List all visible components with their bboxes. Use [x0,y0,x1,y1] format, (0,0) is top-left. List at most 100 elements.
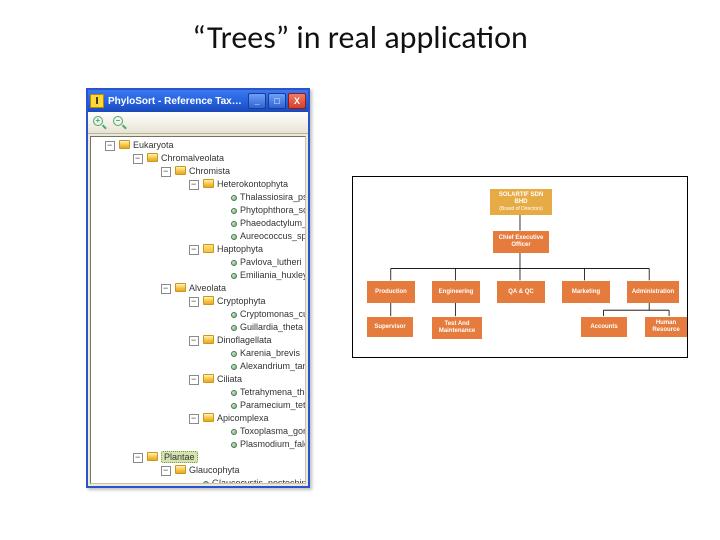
tree-leaf[interactable]: Plasmodium_falciparum [217,438,305,451]
tree-label: Pavlova_lutheri [240,257,302,267]
tree-label: Guillardia_theta [240,322,303,332]
org-ceo: Chief Executive Officer [493,231,549,253]
tree-leaf[interactable]: Cryptomonas_curvata [217,308,305,321]
leaf-icon [231,221,237,227]
close-button[interactable]: X [288,93,306,109]
org-sub-label: Human Resource [647,320,685,334]
org-dept-label: Production [375,289,407,296]
tree-leaf[interactable]: Guillardia_theta [217,321,305,334]
org-sub-hr: Human Resource [645,317,687,337]
zoom-out-icon[interactable]: − [112,115,128,131]
tree-label: Alexandrium_tamarense [240,361,306,371]
tree-folder[interactable]: Dinoflagellata Karenia_brevis Alexandrium_… [189,334,305,373]
minimize-button[interactable]: _ [248,93,266,109]
tree-label: Ciliata [217,374,242,384]
tree-label: Eukaryota [133,140,174,150]
tree-label: Tetrahymena_thermophila [240,387,306,397]
tree-folder[interactable]: Chromalveolata ChromistaHeterokontophytaT… [133,152,305,451]
leaf-icon [231,403,237,409]
window-title: PhyloSort - Reference Tax… [108,96,244,107]
org-dept-production: Production [367,281,415,303]
treeview-window: I PhyloSort - Reference Tax… _ □ X + − E… [86,88,310,488]
folder-icon [203,413,214,422]
org-ceo-label: Chief Executive Officer [495,235,547,249]
leaf-icon [231,364,237,370]
org-sub-accounts: Accounts [581,317,627,337]
leaf-icon [231,234,237,240]
tree-folder[interactable]: HeterokontophytaThalassiosira_pseudonana… [189,178,305,243]
org-dept-marketing: Marketing [562,281,610,303]
tree-label: Aureococcus_sp [240,231,306,241]
org-sub-supervisor: Supervisor [367,317,413,337]
folder-icon [147,153,158,162]
org-sub-testmaint: Test And Maintenance [432,317,482,339]
leaf-icon [203,481,209,484]
tree-leaf[interactable]: Toxoplasma_gondii [217,425,305,438]
org-sub-label: Accounts [590,324,617,331]
leaf-icon [231,442,237,448]
org-dept-administration: Administration [627,281,679,303]
tree-label: Emiliania_huxleyi [240,270,306,280]
maximize-button[interactable]: □ [268,93,286,109]
tree-label: Phytophthora_sojae [240,205,306,215]
tree-leaf[interactable]: Phytophthora_sojae [217,204,305,217]
tree-folder[interactable]: Ciliata Tetrahymena_thermophila Paramecium… [189,373,305,412]
folder-icon [175,283,186,292]
leaf-icon [231,195,237,201]
org-sub-label: Test And Maintenance [434,321,480,335]
tree-label: Cryptomonas_curvata [240,309,306,319]
tree-leaf[interactable]: Karenia_brevis [217,347,305,360]
tree-folder[interactable]: ChromistaHeterokontophytaThalassiosira_p… [161,165,305,282]
tree-folder[interactable]: Plantae Glaucophyta Glaucocystis_nostochin… [133,451,305,484]
tree-label: Haptophyta [217,244,263,254]
tree-leaf[interactable]: Aureococcus_sp [217,230,305,243]
folder-icon [203,374,214,383]
tree-label: Plasmodium_falciparum [240,439,306,449]
leaf-icon [231,325,237,331]
tree-folder[interactable]: GlaucophytaGlaucocystis_nostochinearumCy… [161,464,305,484]
org-dept-label: QA & QC [508,289,533,296]
folder-icon [203,335,214,344]
org-top-title: SOLARTIF SDN BHD [492,192,550,206]
leaf-icon [231,208,237,214]
tree-label: Plantae [161,451,198,463]
tree-label: Alveolata [189,283,226,293]
tree-label: Karenia_brevis [240,348,300,358]
toolbar: + − [88,112,308,134]
leaf-icon [231,351,237,357]
folder-icon [119,140,130,149]
tree-leaf[interactable]: Tetrahymena_thermophila [217,386,305,399]
tree-label: Toxoplasma_gondii [240,426,306,436]
tree-pane[interactable]: Eukaryota Chromalveolata ChromistaHeteroko… [90,136,306,484]
tree-label: Glaucophyta [189,465,240,475]
tree-label: Chromalveolata [161,153,224,163]
folder-icon [175,465,186,474]
tree-folder[interactable]: Eukaryota Chromalveolata ChromistaHeteroko… [105,139,305,484]
folder-icon [175,166,186,175]
zoom-in-icon[interactable]: + [92,115,108,131]
tree-folder[interactable]: Haptophyta Pavlova_lutheri Emiliania_huxle… [189,243,305,282]
org-dept-qaqc: QA & QC [497,281,545,303]
folder-icon [203,179,214,188]
org-chart: SOLARTIF SDN BHD (Board of Directors) Ch… [352,176,688,358]
tree-folder[interactable]: Cryptophyta Cryptomonas_curvata Guillardia… [189,295,305,334]
leaf-icon [231,429,237,435]
tree-leaf[interactable]: Thalassiosira_pseudonana [217,191,305,204]
org-dept-label: Marketing [572,289,600,296]
folder-icon [203,296,214,305]
leaf-icon [231,273,237,279]
tree-leaf[interactable]: Paramecium_tetraurelia [217,399,305,412]
tree-leaf[interactable]: Pavlova_lutheri [217,256,305,269]
tree-folder[interactable]: ApicomplexaToxoplasma_gondiiPlasmodium_f… [189,412,305,451]
tree-label: Dinoflagellata [217,335,272,345]
slide-title: “Trees” in real application [0,18,720,57]
tree-leaf[interactable]: Glaucocystis_nostochinearum [189,477,305,484]
window-titlebar[interactable]: I PhyloSort - Reference Tax… _ □ X [88,90,308,112]
tree-leaf[interactable]: Emiliania_huxleyi [217,269,305,282]
tree-leaf[interactable]: Phaeodactylum_tricornutum [217,217,305,230]
tree-label: Phaeodactylum_tricornutum [240,218,306,228]
tree-label: Cryptophyta [217,296,266,306]
tree-folder[interactable]: Alveolata Cryptophyta Cryptomonas_curvata G… [161,282,305,451]
folder-icon [147,452,158,461]
tree-leaf[interactable]: Alexandrium_tamarense [217,360,305,373]
